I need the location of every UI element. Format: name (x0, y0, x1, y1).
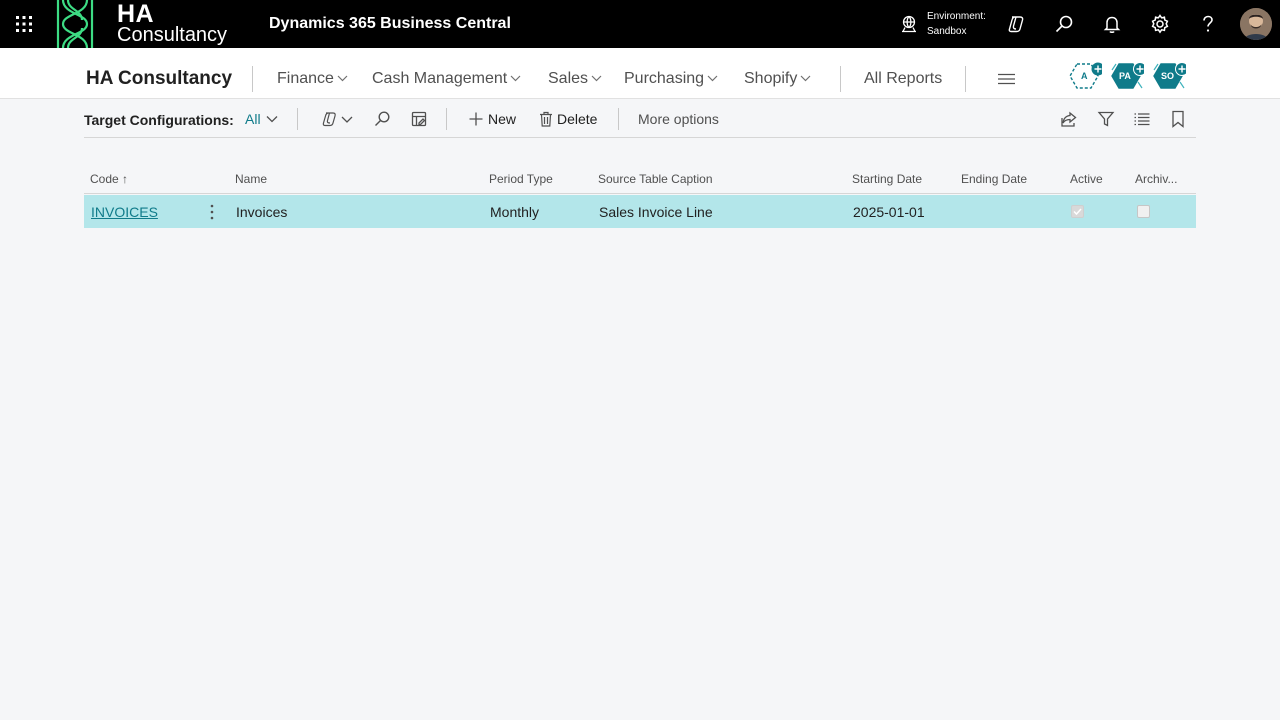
copilot-icon[interactable] (1005, 13, 1027, 35)
action-separator (446, 108, 447, 130)
view-filter-dropdown[interactable]: All (245, 111, 278, 127)
copilot-icon[interactable] (320, 110, 340, 128)
nav-item-purchasing[interactable]: Purchasing (624, 70, 718, 88)
column-header-archived[interactable]: Archiv... (1135, 172, 1177, 186)
edit-list-icon[interactable] (410, 110, 428, 128)
top-bar: HA Consultancy Dynamics 365 Business Cen… (0, 0, 1280, 48)
table-header: Code ↑ Name Period Type Source Table Cap… (84, 170, 1196, 194)
row-actions-kebab-icon[interactable] (209, 204, 215, 220)
nav-separator (840, 66, 841, 92)
cell-starting-date[interactable]: 2025-01-01 (853, 204, 925, 220)
nav-item-shopify[interactable]: Shopify (744, 70, 811, 88)
more-options-button[interactable]: More options (638, 111, 719, 127)
help-icon[interactable] (1197, 13, 1219, 35)
navigation-bar: HA Consultancy Finance Cash Management S… (0, 48, 1280, 99)
nav-item-cash-management[interactable]: Cash Management (372, 70, 521, 88)
filter-icon[interactable] (1097, 110, 1115, 128)
agent-label: SO (1161, 71, 1175, 81)
cell-source-table-caption[interactable]: Sales Invoice Line (599, 204, 713, 220)
column-header-ending-date[interactable]: Ending Date (961, 172, 1027, 186)
nav-item-label: Purchasing (624, 70, 705, 87)
settings-gear-icon[interactable] (1149, 13, 1171, 35)
chevron-down-icon (266, 116, 278, 123)
nav-item-finance[interactable]: Finance (277, 70, 348, 88)
environment-label: Environment: (927, 11, 986, 22)
cell-period-type[interactable]: Monthly (490, 204, 539, 220)
column-header-source-table-caption[interactable]: Source Table Caption (598, 172, 713, 186)
notifications-bell-icon[interactable] (1101, 13, 1123, 35)
plus-icon (469, 112, 483, 126)
new-button[interactable]: New (468, 111, 516, 127)
all-reports-link[interactable]: All Reports (864, 70, 942, 88)
menu-hamburger-icon[interactable] (998, 73, 1015, 85)
share-icon[interactable] (1060, 110, 1078, 128)
active-checkbox[interactable] (1071, 205, 1084, 218)
nav-item-label: Sales (548, 70, 589, 87)
view-filter-value: All (245, 111, 261, 127)
environment-indicator[interactable]: Environment: Sandbox (900, 8, 1000, 40)
environment-icon (902, 15, 916, 33)
column-header-period-type[interactable]: Period Type (489, 172, 553, 186)
nav-item-label: Cash Management (372, 70, 508, 87)
agent-a-button[interactable]: A (1068, 61, 1102, 91)
agent-so-button[interactable]: SO (1152, 61, 1186, 91)
action-separator (618, 108, 619, 130)
user-avatar[interactable] (1240, 8, 1272, 40)
archived-checkbox[interactable] (1137, 205, 1150, 218)
user-photo-icon (1240, 8, 1272, 40)
app-launcher-icon[interactable] (12, 12, 36, 36)
chevron-down-icon (510, 75, 521, 82)
agent-pa-button[interactable]: PA (1110, 61, 1144, 91)
column-header-code[interactable]: Code ↑ (90, 172, 128, 186)
logo-sub-text: Consultancy (117, 24, 228, 46)
trash-icon (540, 111, 552, 127)
table-row[interactable]: INVOICES Invoices Monthly Sales Invoice … (84, 195, 1196, 228)
nav-item-label: Finance (277, 70, 334, 87)
search-icon[interactable] (373, 110, 391, 128)
nav-item-sales[interactable]: Sales (548, 70, 602, 88)
page-title: Target Configurations: (84, 112, 234, 128)
agent-label: PA (1119, 71, 1131, 81)
chevron-down-icon[interactable] (341, 110, 353, 128)
action-separator (297, 108, 298, 130)
checkmark-icon (1073, 208, 1082, 216)
delete-button[interactable]: Delete (539, 111, 597, 127)
bookmark-icon[interactable] (1169, 110, 1187, 128)
nav-item-label: Shopify (744, 70, 798, 87)
chevron-down-icon (707, 75, 718, 82)
search-icon[interactable] (1053, 13, 1075, 35)
company-logo-icon (56, 0, 94, 48)
column-header-starting-date[interactable]: Starting Date (852, 172, 922, 186)
list-view-icon[interactable] (1133, 110, 1151, 128)
new-button-label: New (488, 111, 517, 127)
company-name[interactable]: HA Consultancy (86, 68, 232, 90)
chevron-down-icon (591, 75, 602, 82)
app-title[interactable]: Dynamics 365 Business Central (269, 15, 511, 33)
column-header-active[interactable]: Active (1070, 172, 1103, 186)
nav-separator (965, 66, 966, 92)
environment-value: Sandbox (927, 26, 967, 37)
column-header-name[interactable]: Name (235, 172, 267, 186)
cell-name[interactable]: Invoices (236, 204, 287, 220)
chevron-down-icon (337, 75, 348, 82)
action-bar: Target Configurations: All New Delete Mo… (84, 100, 1196, 138)
delete-button-label: Delete (557, 111, 598, 127)
agent-label: A (1081, 71, 1088, 81)
nav-separator (252, 66, 253, 92)
cell-code-link[interactable]: INVOICES (91, 204, 158, 220)
chevron-down-icon (800, 75, 811, 82)
